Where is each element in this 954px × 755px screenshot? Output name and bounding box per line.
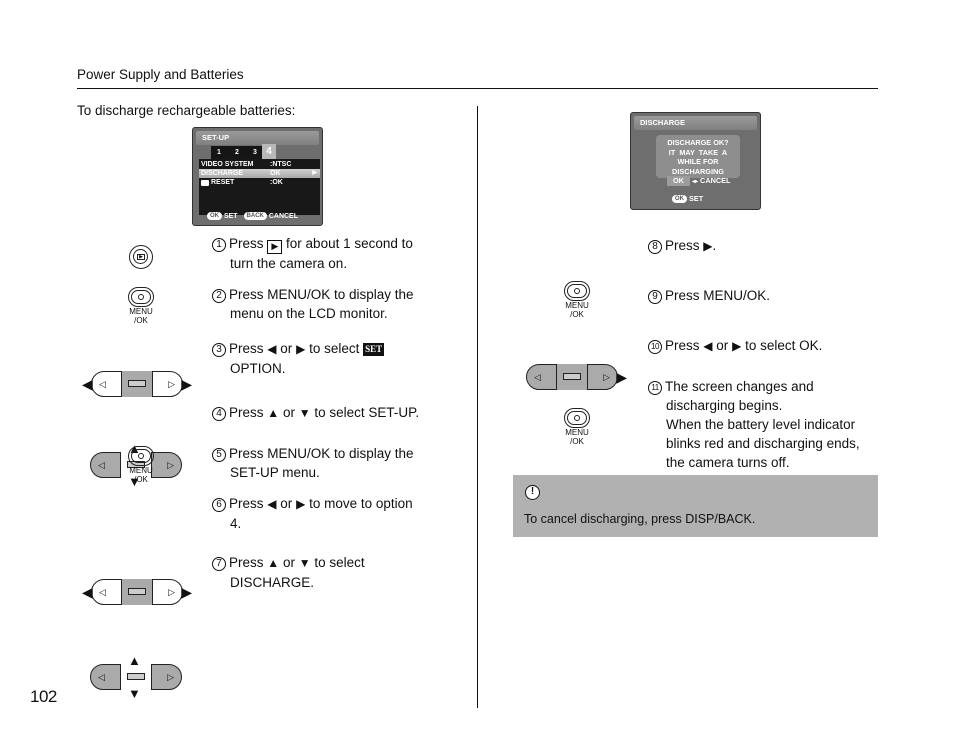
left-arrow-icon: ◀ — [703, 339, 713, 353]
lcd-tab: 1 — [217, 149, 221, 156]
step-8: 8 Press ▶. — [648, 236, 716, 256]
lcd-tab: 3 — [253, 149, 257, 156]
lcd-row-discharge: DISCHARGE OK ▶ — [199, 169, 320, 178]
lcd-tab-active: 4 — [262, 144, 276, 159]
step-7: 7 Press ▲ or ▼ to select DISCHARGE. — [212, 553, 365, 592]
step-9: 9 Press MENU/OK. — [648, 286, 770, 305]
step-10: 10 Press ◀ or ▶ to select OK. — [648, 336, 822, 356]
header-rule — [77, 88, 878, 89]
lcd-tab: 2 — [235, 149, 239, 156]
right-arrow-icon: ▶ — [703, 239, 713, 253]
lcd-setup-screen: SET-UP 1 2 3 4 VIDEO SYSTEM :NTSC DISCHA… — [192, 127, 323, 226]
step-3: 3 Press ◀ or ▶ to select SET OPTION. — [212, 339, 385, 378]
set-option-icon: SET — [363, 343, 385, 356]
menu-ok-button-icon: MENU /OK — [121, 446, 161, 484]
ok-key-icon: OK — [207, 212, 222, 221]
lcd-row-video-system: VIDEO SYSTEM :NTSC — [201, 161, 292, 168]
step-11: 11 The screen changes and discharging beg… — [648, 377, 860, 472]
step-2: 2 Press MENU/OK to display the menu on th… — [212, 285, 414, 323]
caution-icon: ! — [525, 485, 540, 500]
lcd-ok-cancel-row: OK ◂▸ CANCEL — [667, 176, 757, 187]
up-arrow-icon: ▲ — [267, 556, 280, 570]
right-arrow-icon: ▶ — [296, 342, 306, 356]
intro-text: To discharge rechargeable batteries: — [77, 103, 296, 118]
menu-ok-button-icon: MENU /OK — [121, 287, 161, 325]
step-4: 4 Press ▲ or ▼ to select SET-UP. — [212, 403, 419, 423]
down-arrow-icon: ▼ — [298, 406, 311, 420]
lcd-title: DISCHARGE — [634, 116, 757, 130]
step-6: 6 Press ◀ or ▶ to move to option 4. — [212, 494, 413, 533]
right-arrow-icon: ▶ — [296, 497, 306, 511]
left-arrow-icon: ◀ — [267, 497, 277, 511]
left-right-pad-icon: ◁▷ ◀▶ — [82, 579, 192, 605]
lcd-footer: OK SET BACK CANCEL — [199, 212, 320, 221]
back-key-icon: BACK — [243, 212, 267, 221]
lcd-title: SET-UP — [196, 131, 319, 145]
playback-button-icon: ▶ — [129, 245, 153, 269]
right-arrow-icon: ▶ — [181, 584, 192, 600]
lcd-discharge-screen: DISCHARGE DISCHARGE OK? IT MAY TAKE A WH… — [630, 112, 761, 210]
right-arrow-icon: ▶ — [312, 170, 317, 176]
menu-ok-button-icon: MENU /OK — [557, 281, 597, 319]
page-number: 102 — [30, 687, 57, 706]
up-arrow-icon: ▲ — [128, 653, 141, 668]
section-header: Power Supply and Batteries — [77, 67, 244, 82]
left-right-icon: ◂▸ — [691, 179, 699, 185]
left-arrow-icon: ◀ — [82, 584, 93, 600]
lcd-dialog: DISCHARGE OK? IT MAY TAKE A WHILE FOR DI… — [656, 135, 740, 178]
left-arrow-icon: ◀ — [82, 376, 93, 392]
down-arrow-icon: ▼ — [128, 686, 141, 701]
up-down-pad-icon: ◁ ▷ ▲ ▼ — [84, 654, 188, 700]
right-pad-icon: ◁ ▷ ▶ — [520, 364, 627, 390]
playback-icon: ▶ — [267, 240, 283, 254]
right-arrow-icon: ▶ — [616, 369, 627, 385]
caution-note: ! To cancel discharging, press DISP/BACK… — [513, 475, 878, 537]
lcd-ok-option: OK — [667, 176, 690, 186]
menu-ok-button-icon: MENU /OK — [557, 408, 597, 446]
lcd-cancel-option: CANCEL — [700, 176, 731, 185]
right-arrow-icon: ▶ — [732, 339, 742, 353]
left-right-pad-icon: ◁▷ ◀▶ — [82, 371, 192, 397]
down-arrow-icon: ▼ — [298, 556, 311, 570]
lcd-menu-rows: VIDEO SYSTEM :NTSC DISCHARGE OK ▶ RESET … — [199, 159, 320, 215]
right-arrow-icon: ▶ — [181, 376, 192, 392]
camera-icon — [201, 180, 209, 186]
ok-key-icon: OK — [672, 195, 687, 204]
up-arrow-icon: ▲ — [267, 406, 280, 420]
step-5: 5 Press MENU/OK to display the SET-UP men… — [212, 444, 414, 482]
left-arrow-icon: ◀ — [267, 342, 277, 356]
lcd-row-reset: RESET :OK — [199, 178, 320, 187]
lcd-set-hint: OK SET — [672, 194, 703, 204]
step-1: 1 Press ▶ for about 1 second to turn the … — [212, 234, 413, 273]
column-divider — [477, 106, 478, 708]
caution-text: To cancel discharging, press DISP/BACK. — [524, 512, 756, 526]
